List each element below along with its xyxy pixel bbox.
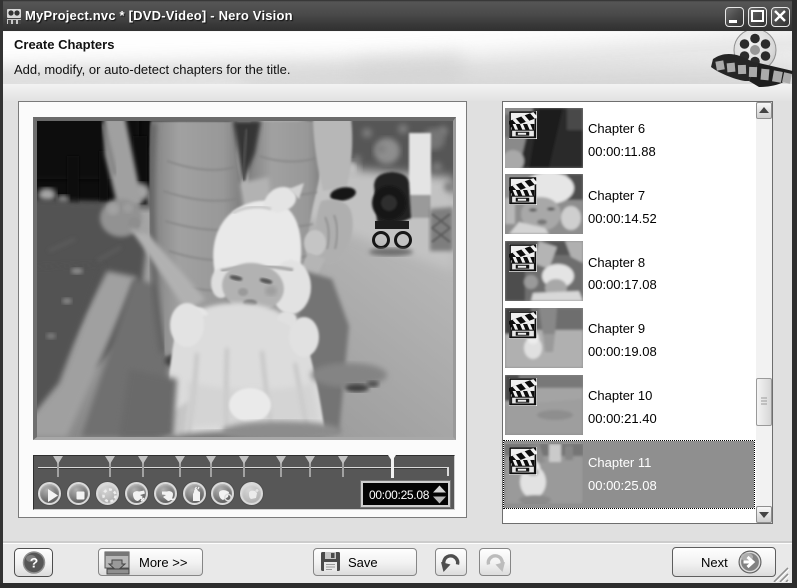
svg-text:?: ? bbox=[30, 555, 39, 571]
